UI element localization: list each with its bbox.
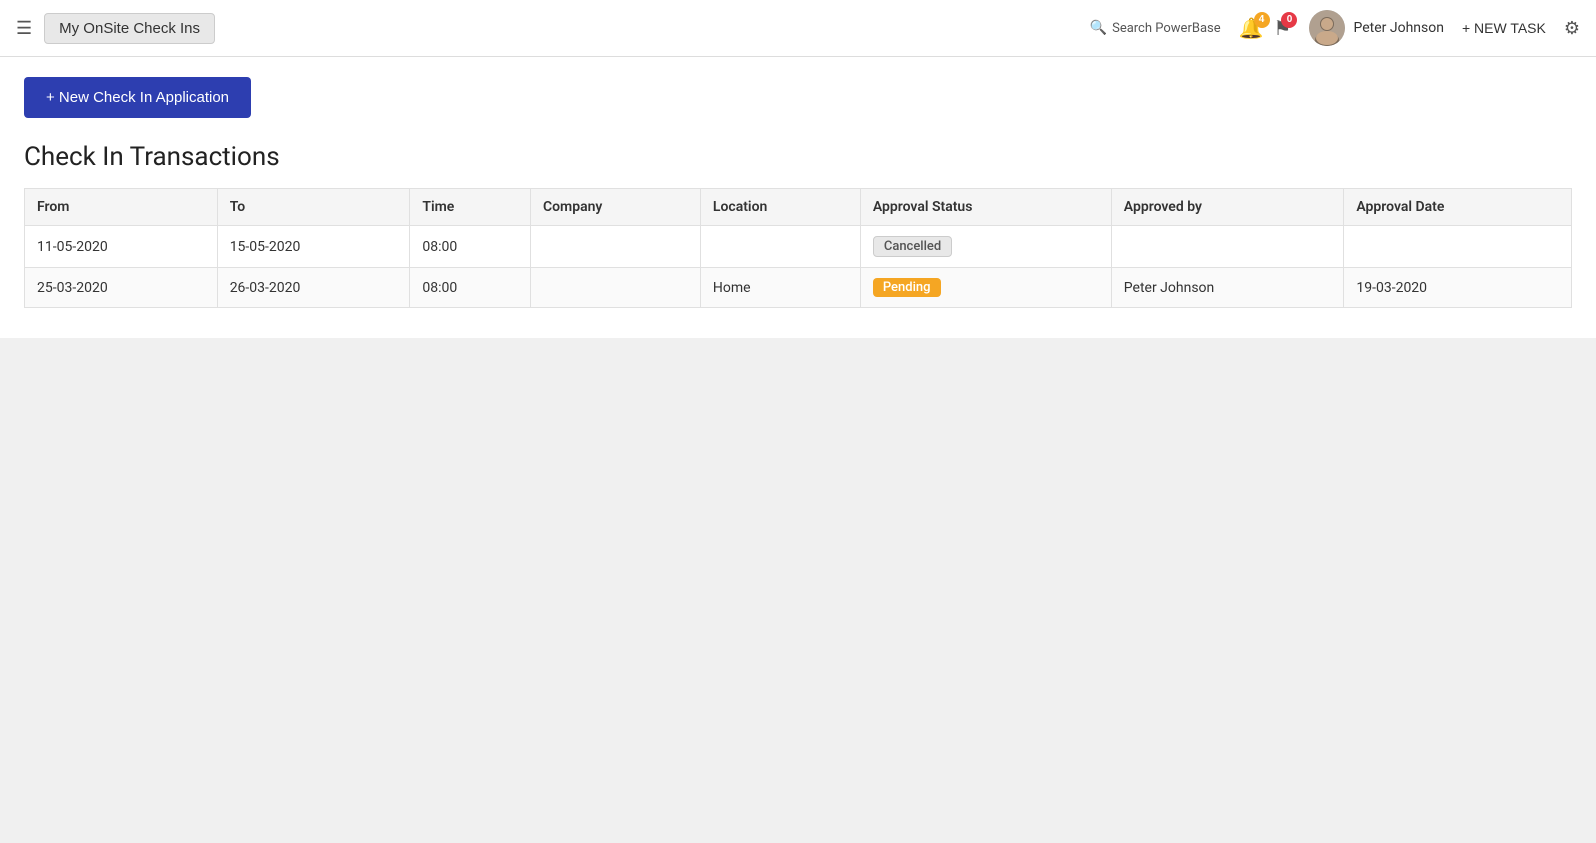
- new-task-button[interactable]: + NEW TASK: [1462, 20, 1546, 36]
- col-to: To: [217, 189, 410, 226]
- col-company: Company: [530, 189, 700, 226]
- messages-button[interactable]: ⚑ 0: [1274, 16, 1292, 41]
- table-header: From To Time Company Location Approval S…: [25, 189, 1572, 226]
- table-row[interactable]: 25-03-2020 26-03-2020 08:00 Home Pending…: [25, 268, 1572, 308]
- status-badge: Pending: [873, 278, 941, 297]
- table-row[interactable]: 11-05-2020 15-05-2020 08:00 Cancelled: [25, 226, 1572, 268]
- cell-approved-by: [1111, 226, 1344, 268]
- cell-from: 11-05-2020: [25, 226, 218, 268]
- topnav-left: ☰ My OnSite Check Ins: [16, 13, 215, 44]
- cell-approval-date: [1344, 226, 1572, 268]
- cell-to: 15-05-2020: [217, 226, 410, 268]
- hamburger-icon[interactable]: ☰: [16, 18, 32, 39]
- search-powerbase[interactable]: 🔍 Search PowerBase: [1090, 20, 1221, 36]
- section-title: Check In Transactions: [24, 142, 1572, 172]
- cell-company: [530, 226, 700, 268]
- username-label: Peter Johnson: [1353, 20, 1443, 36]
- settings-icon[interactable]: ⚙: [1564, 18, 1580, 39]
- cell-time: 08:00: [410, 226, 531, 268]
- status-badge: Cancelled: [873, 236, 952, 257]
- user-area[interactable]: Peter Johnson: [1309, 10, 1443, 46]
- avatar: [1309, 10, 1345, 46]
- topnav-right: 🔍 Search PowerBase 🔔 4 ⚑ 0: [1090, 10, 1580, 46]
- cell-approval-status: Cancelled: [860, 226, 1111, 268]
- search-icon: 🔍: [1090, 20, 1107, 36]
- topnav: ☰ My OnSite Check Ins 🔍 Search PowerBase…: [0, 0, 1596, 57]
- app-title-button[interactable]: My OnSite Check Ins: [44, 13, 215, 44]
- cell-from: 25-03-2020: [25, 268, 218, 308]
- notifications-badge: 4: [1254, 12, 1270, 28]
- col-time: Time: [410, 189, 531, 226]
- cell-location: [700, 226, 860, 268]
- col-from: From: [25, 189, 218, 226]
- col-location: Location: [700, 189, 860, 226]
- cell-location: Home: [700, 268, 860, 308]
- cell-company: [530, 268, 700, 308]
- notification-group: 🔔 4 ⚑ 0: [1239, 16, 1292, 41]
- cell-time: 08:00: [410, 268, 531, 308]
- main-content: + New Check In Application Check In Tran…: [0, 57, 1596, 843]
- cell-approval-date: 19-03-2020: [1344, 268, 1572, 308]
- table-body: 11-05-2020 15-05-2020 08:00 Cancelled 25…: [25, 226, 1572, 308]
- cell-to: 26-03-2020: [217, 268, 410, 308]
- col-approval-date: Approval Date: [1344, 189, 1572, 226]
- notifications-button[interactable]: 🔔 4: [1239, 16, 1264, 41]
- cell-approved-by: Peter Johnson: [1111, 268, 1344, 308]
- col-approval-status: Approval Status: [860, 189, 1111, 226]
- search-label: Search PowerBase: [1112, 21, 1221, 36]
- new-checkin-button[interactable]: + New Check In Application: [24, 77, 251, 118]
- cell-approval-status: Pending: [860, 268, 1111, 308]
- col-approved-by: Approved by: [1111, 189, 1344, 226]
- messages-badge: 0: [1281, 12, 1297, 28]
- content-area: + New Check In Application Check In Tran…: [0, 57, 1596, 338]
- transactions-table: From To Time Company Location Approval S…: [24, 188, 1572, 308]
